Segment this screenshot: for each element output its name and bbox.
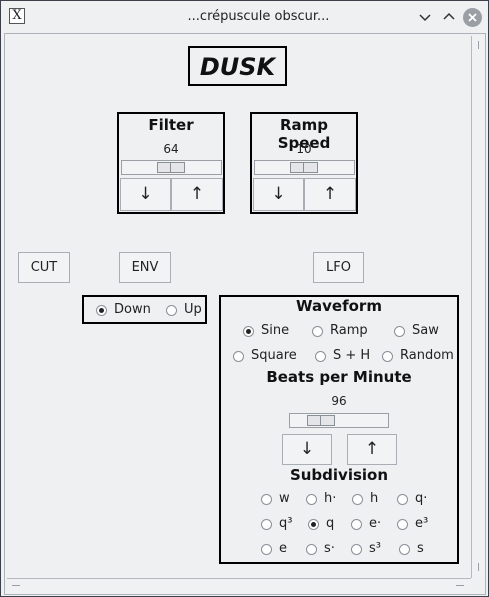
- bpm-label: Beats per Minute: [266, 368, 412, 386]
- subdivision-label-s: s: [417, 541, 424, 556]
- ramp-speed-frame: Ramp Speed 10 ↓ ↑: [250, 112, 358, 214]
- ramp-speed-slider[interactable]: [254, 160, 355, 175]
- subdivision-radio-h-dot[interactable]: [306, 494, 317, 505]
- subdivision-label-h-dot: h·: [324, 491, 337, 506]
- lfo-settings-frame: Waveform Sine Ramp Saw Square S + H Rand…: [219, 295, 459, 564]
- direction-frame: Down Up: [82, 295, 207, 324]
- waveform-label-saw: Saw: [412, 323, 439, 338]
- close-icon: [468, 13, 477, 22]
- horizontal-scrollbar[interactable]: [7, 578, 471, 592]
- close-button[interactable]: [463, 8, 482, 27]
- subdivision-radio-q-dot[interactable]: [397, 494, 408, 505]
- subdivision-label-s-dot: s·: [324, 541, 335, 556]
- waveform-label-sine: Sine: [261, 323, 290, 338]
- arrow-down-icon: ↓: [271, 184, 286, 204]
- filter-label: Filter: [148, 116, 194, 134]
- vertical-scrollbar[interactable]: [471, 36, 485, 578]
- waveform-label-sh: S + H: [333, 348, 371, 363]
- subdivision-radio-s3[interactable]: [351, 544, 362, 555]
- waveform-radio-saw[interactable]: [394, 326, 405, 337]
- subdivision-radio-e[interactable]: [261, 544, 272, 555]
- waveform-radio-ramp[interactable]: [312, 326, 323, 337]
- subdivision-label-h: h: [370, 491, 379, 506]
- app-title-box: DUSK: [188, 46, 287, 86]
- chevron-down-icon[interactable]: [415, 7, 435, 27]
- app-x-icon: X: [9, 8, 25, 24]
- direction-down-label: Down: [114, 302, 151, 317]
- subdivision-radio-q[interactable]: [308, 519, 319, 530]
- subdivision-label-s3: s³: [369, 541, 381, 556]
- waveform-label: Waveform: [296, 297, 382, 315]
- scroll-left-arrow-icon[interactable]: [9, 579, 21, 592]
- bpm-slider[interactable]: [289, 413, 389, 428]
- subdivision-label-e: e: [279, 541, 287, 556]
- subdivision-radio-e3[interactable]: [397, 519, 408, 530]
- waveform-radio-sine[interactable]: [243, 326, 254, 337]
- env-button[interactable]: ENV: [119, 252, 171, 283]
- chevron-up-icon[interactable]: [439, 7, 459, 27]
- scroll-down-arrow-icon[interactable]: [472, 562, 485, 574]
- client-area: DUSK Filter 64 ↓ ↑ Ramp Speed 10 ↓ ↑ CUT…: [4, 33, 486, 595]
- subdivision-radio-e-dot[interactable]: [351, 519, 362, 530]
- direction-up-radio[interactable]: [166, 305, 177, 316]
- subdivision-radio-s-dot[interactable]: [306, 544, 317, 555]
- ramp-speed-up-button[interactable]: ↑: [304, 178, 356, 211]
- arrow-down-icon: ↓: [299, 439, 315, 459]
- arrow-down-icon: ↓: [138, 184, 153, 204]
- waveform-label-random: Random: [400, 348, 454, 363]
- arrow-up-icon: ↑: [364, 439, 380, 459]
- filter-slider-thumb[interactable]: [157, 162, 185, 173]
- subdivision-label-q-dot: q·: [415, 491, 428, 506]
- subdivision-label: Subdivision: [289, 466, 389, 484]
- subdivision-radio-q3[interactable]: [261, 519, 272, 530]
- direction-down-radio[interactable]: [96, 305, 107, 316]
- scroll-up-arrow-icon[interactable]: [472, 38, 485, 50]
- subdivision-label-e-dot: e·: [369, 516, 382, 531]
- subdivision-radio-w[interactable]: [261, 494, 272, 505]
- title-bar: X ...crépuscule obscur...: [1, 1, 488, 33]
- ramp-speed-slider-thumb[interactable]: [290, 162, 318, 173]
- filter-value: 64: [163, 142, 179, 156]
- cut-button-label: CUT: [30, 260, 58, 275]
- waveform-label-square: Square: [251, 348, 297, 363]
- bpm-slider-thumb[interactable]: [307, 415, 335, 426]
- arrow-up-icon: ↑: [322, 184, 338, 204]
- filter-frame: Filter 64 ↓ ↑: [117, 112, 225, 214]
- lfo-button[interactable]: LFO: [313, 252, 364, 283]
- subdivision-label-q: q: [326, 516, 335, 531]
- ramp-speed-down-button[interactable]: ↓: [253, 178, 304, 211]
- app-window: X ...crépuscule obscur... DUSK Filter 64: [0, 0, 489, 597]
- bpm-value: 96: [331, 394, 347, 408]
- cut-button[interactable]: CUT: [18, 252, 70, 283]
- ramp-speed-value: 10: [296, 142, 312, 156]
- waveform-radio-random[interactable]: [382, 351, 393, 362]
- filter-slider[interactable]: [121, 160, 222, 175]
- subdivision-label-q3: q³: [279, 516, 293, 531]
- env-button-label: ENV: [131, 260, 159, 275]
- arrow-up-icon: ↑: [189, 184, 205, 204]
- bpm-up-button[interactable]: ↑: [347, 434, 397, 465]
- filter-up-button[interactable]: ↑: [171, 178, 223, 211]
- direction-up-label: Up: [184, 302, 202, 317]
- subdivision-radio-s[interactable]: [399, 544, 410, 555]
- waveform-radio-sh[interactable]: [315, 351, 326, 362]
- subdivision-radio-h[interactable]: [352, 494, 363, 505]
- scroll-right-arrow-icon[interactable]: [455, 579, 467, 592]
- subdivision-label-e3: e³: [415, 516, 429, 531]
- bpm-down-button[interactable]: ↓: [282, 434, 332, 465]
- subdivision-label-w: w: [279, 491, 290, 506]
- waveform-label-ramp: Ramp: [330, 323, 368, 338]
- lfo-button-label: LFO: [326, 260, 351, 275]
- app-title: DUSK: [199, 53, 276, 81]
- window-title: ...crépuscule obscur...: [187, 9, 330, 24]
- filter-down-button[interactable]: ↓: [120, 178, 171, 211]
- waveform-radio-square[interactable]: [233, 351, 244, 362]
